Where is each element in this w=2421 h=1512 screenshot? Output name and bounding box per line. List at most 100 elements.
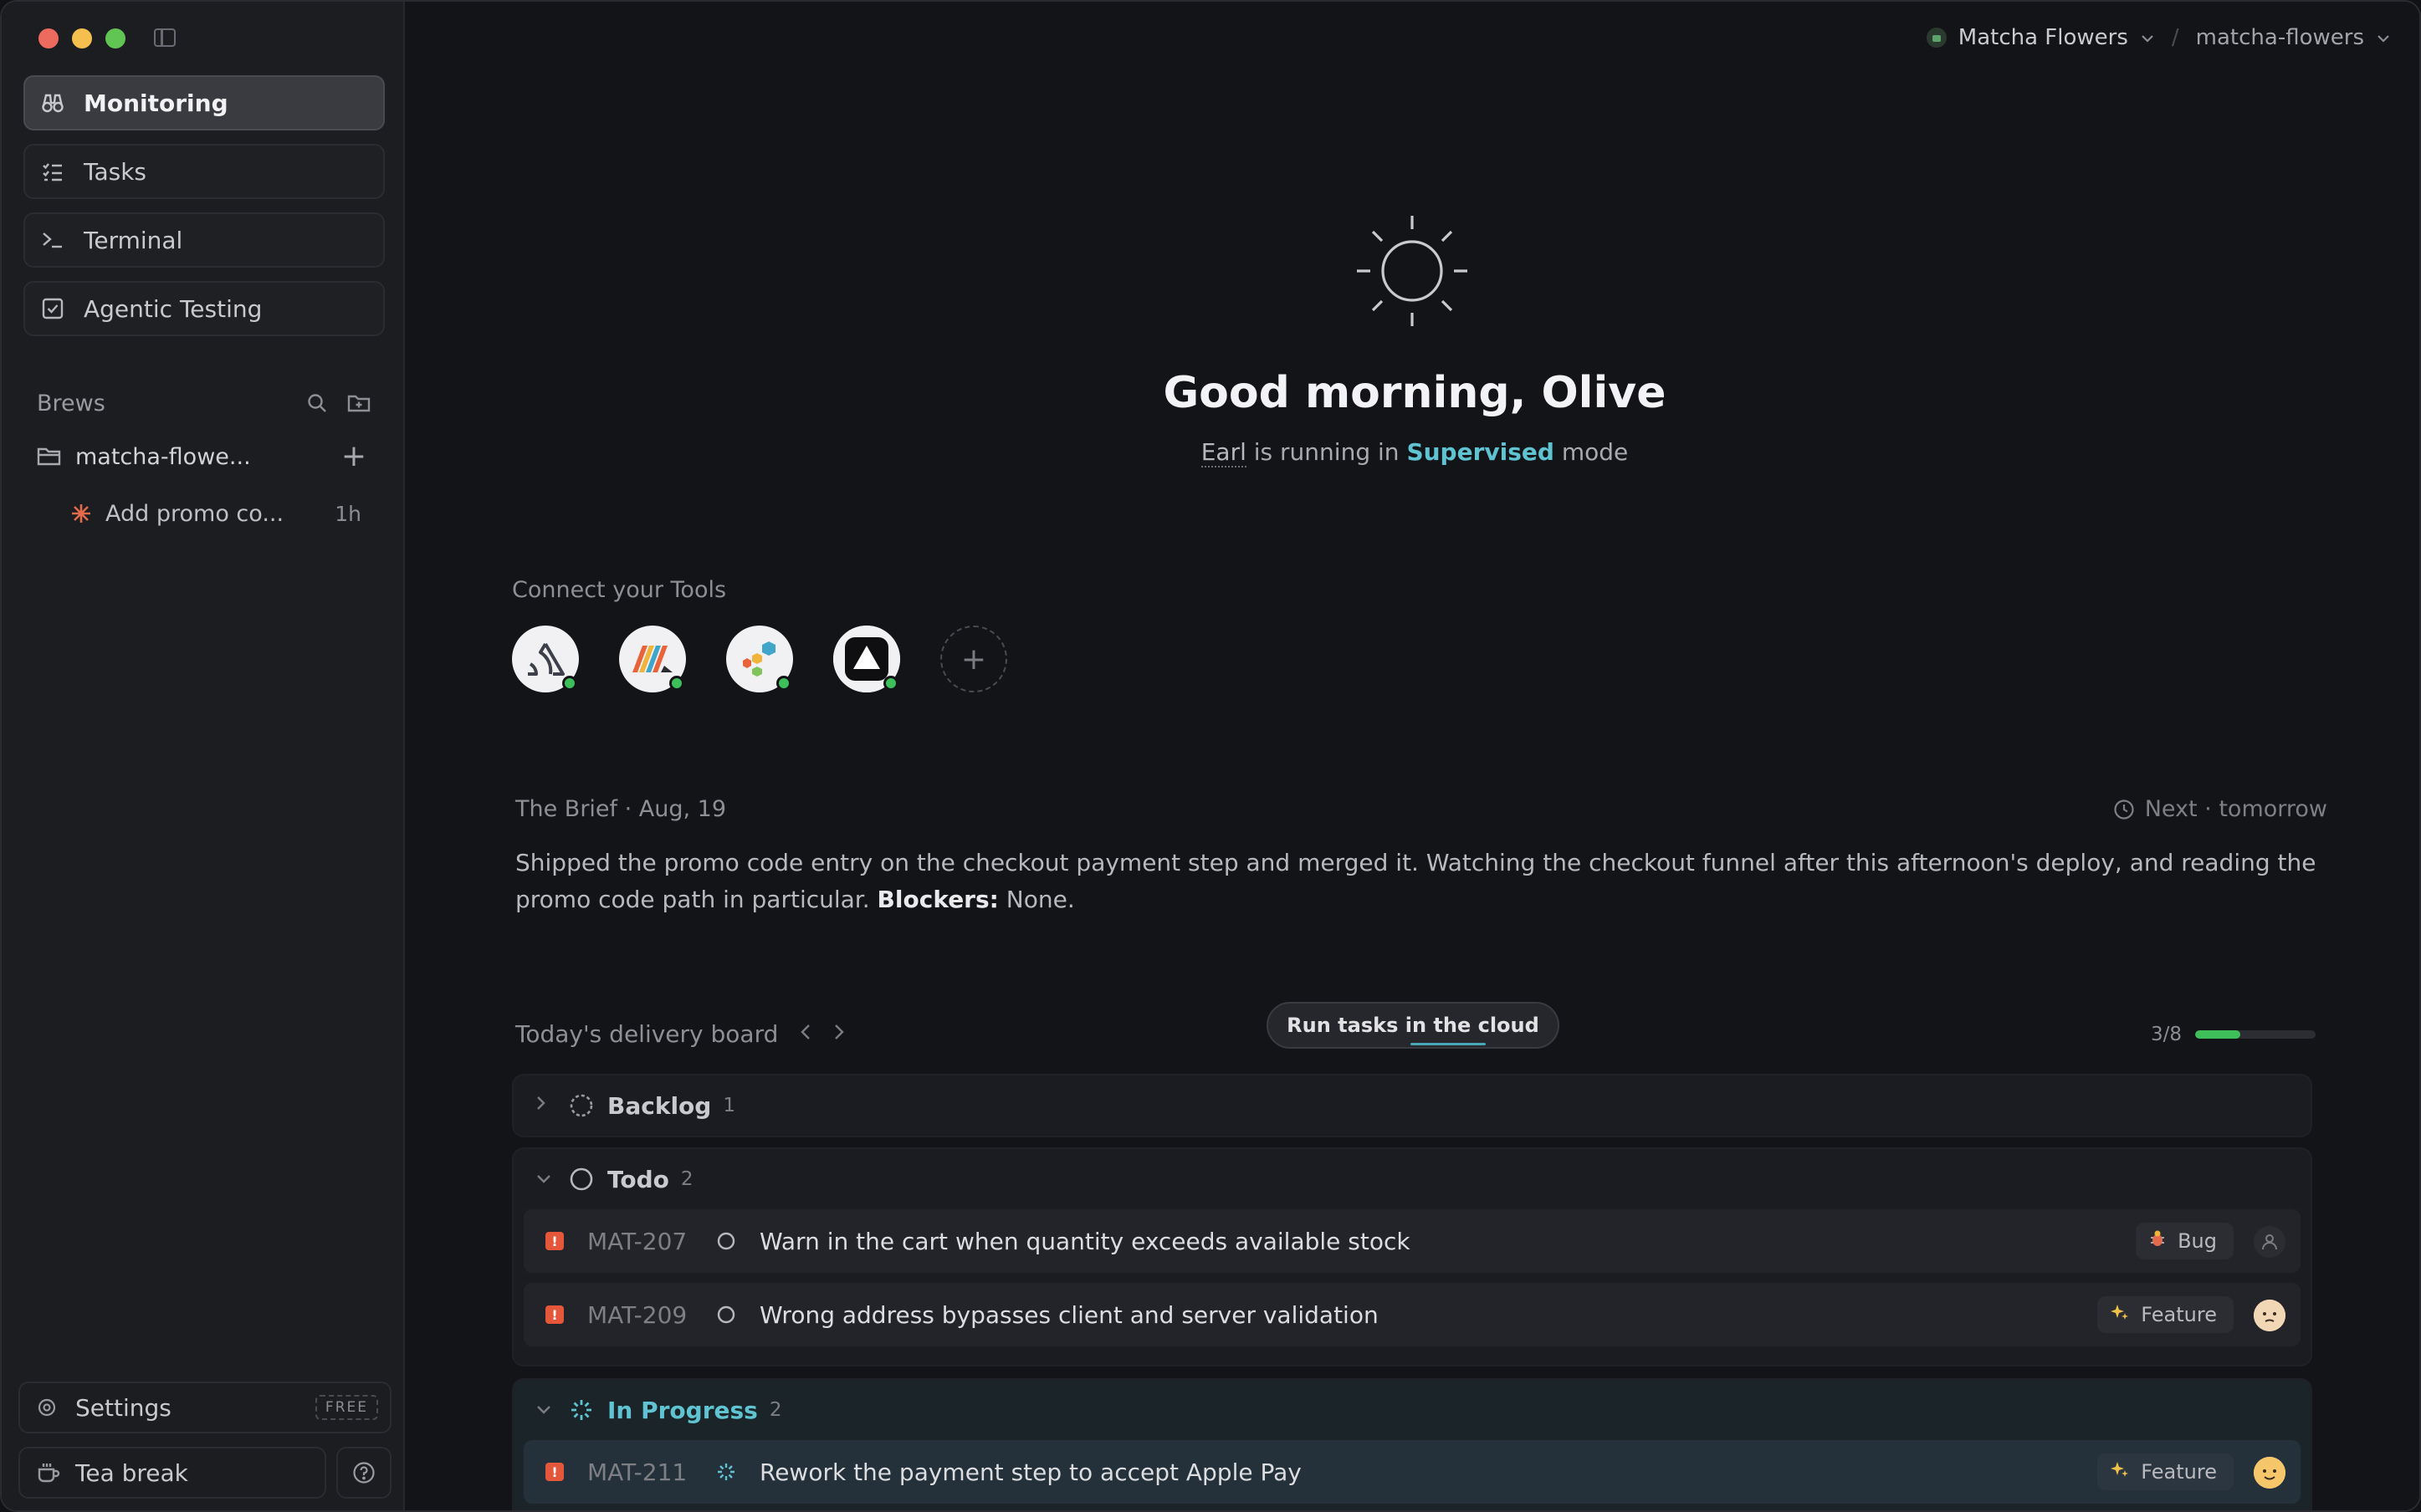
search-icon[interactable] <box>305 391 330 416</box>
nav-item-label: Terminal <box>84 226 183 254</box>
sparkles-icon <box>2111 1460 2129 1484</box>
group-name: Todo <box>607 1165 669 1193</box>
task-label-tag[interactable]: Feature <box>2097 1296 2234 1333</box>
task-label-tag[interactable]: Feature <box>2097 1453 2234 1490</box>
connected-status-dot <box>883 676 898 691</box>
blockers-value: None. <box>1006 886 1075 913</box>
avatar[interactable] <box>2254 1300 2285 1331</box>
sun-icon <box>1357 216 1467 326</box>
chevron-left-icon[interactable] <box>800 1022 811 1047</box>
task-id: MAT-209 <box>587 1300 688 1329</box>
nav-item-agentic-testing[interactable]: Agentic Testing <box>23 281 385 336</box>
tea-break-button[interactable]: Tea break <box>18 1447 326 1499</box>
nav-item-tasks[interactable]: Tasks <box>23 144 385 199</box>
teacup-icon <box>37 1462 62 1484</box>
sentry-tool[interactable] <box>512 626 579 692</box>
brews-label: Brews <box>37 390 105 416</box>
brief-next-label: Next · tomorrow <box>2144 796 2327 822</box>
group-count: 2 <box>769 1399 782 1421</box>
close-window-button[interactable] <box>38 28 59 49</box>
running-in-text: is running in <box>1253 438 1400 466</box>
todo-status-icon[interactable] <box>716 1305 738 1325</box>
help-icon <box>353 1462 375 1484</box>
stripes-tool[interactable] <box>619 626 686 692</box>
chevron-down-icon[interactable] <box>2140 28 2155 48</box>
window-controls <box>38 28 125 49</box>
progress-bar <box>2195 1030 2316 1039</box>
chevron-down-icon[interactable] <box>2376 28 2391 48</box>
group-header[interactable]: In Progress 2 <box>514 1380 2311 1440</box>
brief-body: Shipped the promo code entry on the chec… <box>515 849 2316 913</box>
agent-name[interactable]: Earl <box>1200 438 1246 467</box>
unassigned-avatar-icon[interactable] <box>2254 1226 2285 1258</box>
asterisk-icon <box>70 503 95 524</box>
sidebar-toggle-icon[interactable] <box>154 28 176 47</box>
group-count: 1 <box>723 1095 735 1116</box>
clock-icon <box>2114 799 2134 820</box>
minimize-window-button[interactable] <box>72 28 92 49</box>
nav-item-label: Monitoring <box>84 89 228 117</box>
sidebar: Monitoring Tasks Terminal Agentic Testin… <box>2 2 405 1510</box>
chevron-down-icon[interactable] <box>535 1400 555 1421</box>
task-label: Bug <box>2178 1229 2217 1253</box>
greeting-title: Good morning, Olive <box>1163 368 1666 418</box>
maximize-window-button[interactable] <box>105 28 125 49</box>
plus-icon: + <box>960 641 987 677</box>
brew-item[interactable]: Add promo co... 1h <box>70 497 371 530</box>
add-tool-button[interactable]: + <box>940 626 1007 692</box>
todo-status-icon <box>569 1167 596 1192</box>
mode-link[interactable]: Supervised <box>1406 438 1554 466</box>
task-row[interactable]: ! MAT-207 Warn in the cart when quantity… <box>524 1209 2301 1273</box>
chevron-right-icon[interactable] <box>833 1022 845 1047</box>
brew-item-label: Add promo co... <box>105 500 284 527</box>
in-progress-status-icon[interactable] <box>716 1462 738 1482</box>
new-folder-icon[interactable] <box>346 391 371 416</box>
binoculars-icon <box>40 90 65 115</box>
group-header[interactable]: Backlog 1 <box>514 1075 2311 1136</box>
group-header[interactable]: Todo 2 <box>514 1149 2311 1209</box>
settings-button[interactable]: Settings FREE <box>18 1382 392 1433</box>
nav-item-label: Tasks <box>84 157 147 186</box>
main-nav: Monitoring Tasks Terminal Agentic Testin… <box>23 75 385 350</box>
checklist-icon <box>40 159 65 184</box>
brew-folder[interactable]: matcha-flowe... + <box>37 440 371 473</box>
brews-header: Brews <box>37 386 371 420</box>
workspace-switcher: Matcha Flowers / matcha-flowers <box>1926 25 2391 50</box>
sentry-icon <box>528 642 565 676</box>
urgent-priority-icon: ! <box>545 1232 564 1250</box>
mode-suffix: mode <box>1561 438 1629 466</box>
tools-section-title: Connect your Tools <box>512 577 727 603</box>
honeycomb-tool[interactable] <box>726 626 793 692</box>
progress-fill <box>2195 1030 2240 1039</box>
task-title: Rework the payment step to accept Apple … <box>760 1458 1302 1486</box>
help-button[interactable] <box>336 1447 392 1499</box>
brew-folder-label: matcha-flowe... <box>75 443 251 470</box>
blockers-label: Blockers: <box>877 886 999 913</box>
run-in-cloud-button[interactable]: Run tasks in the cloud <box>1267 1002 1559 1049</box>
nav-item-monitoring[interactable]: Monitoring <box>23 75 385 130</box>
task-row[interactable]: ! MAT-209 Wrong address bypasses client … <box>524 1283 2301 1346</box>
app-window: Monitoring Tasks Terminal Agentic Testin… <box>0 0 2421 1512</box>
avatar[interactable] <box>2254 1457 2285 1489</box>
group-name: In Progress <box>607 1396 758 1424</box>
brew-item-time: 1h <box>335 501 361 526</box>
repo-name[interactable]: matcha-flowers <box>2196 25 2364 50</box>
workspace-name[interactable]: Matcha Flowers <box>1958 25 2128 50</box>
settings-label: Settings <box>75 1393 171 1422</box>
tea-break-label: Tea break <box>75 1458 188 1487</box>
vercel-tool[interactable] <box>833 626 900 692</box>
task-label: Feature <box>2141 1460 2217 1484</box>
plan-badge: FREE <box>315 1395 378 1420</box>
task-row[interactable]: ! MAT-211 Rework the payment step to acc… <box>524 1440 2301 1504</box>
task-title: Wrong address bypasses client and server… <box>760 1300 1379 1329</box>
chevron-right-icon[interactable] <box>535 1094 555 1117</box>
tools-list: + <box>512 626 1007 692</box>
nav-item-terminal[interactable]: Terminal <box>23 212 385 268</box>
add-brew-icon[interactable]: + <box>341 442 366 472</box>
todo-status-icon[interactable] <box>716 1231 738 1251</box>
chevron-down-icon[interactable] <box>535 1169 555 1190</box>
board-progress: 3/8 <box>2151 1024 2316 1045</box>
terminal-icon <box>40 227 65 253</box>
task-label-tag[interactable]: Bug <box>2136 1223 2234 1259</box>
bug-icon <box>2149 1229 2166 1253</box>
